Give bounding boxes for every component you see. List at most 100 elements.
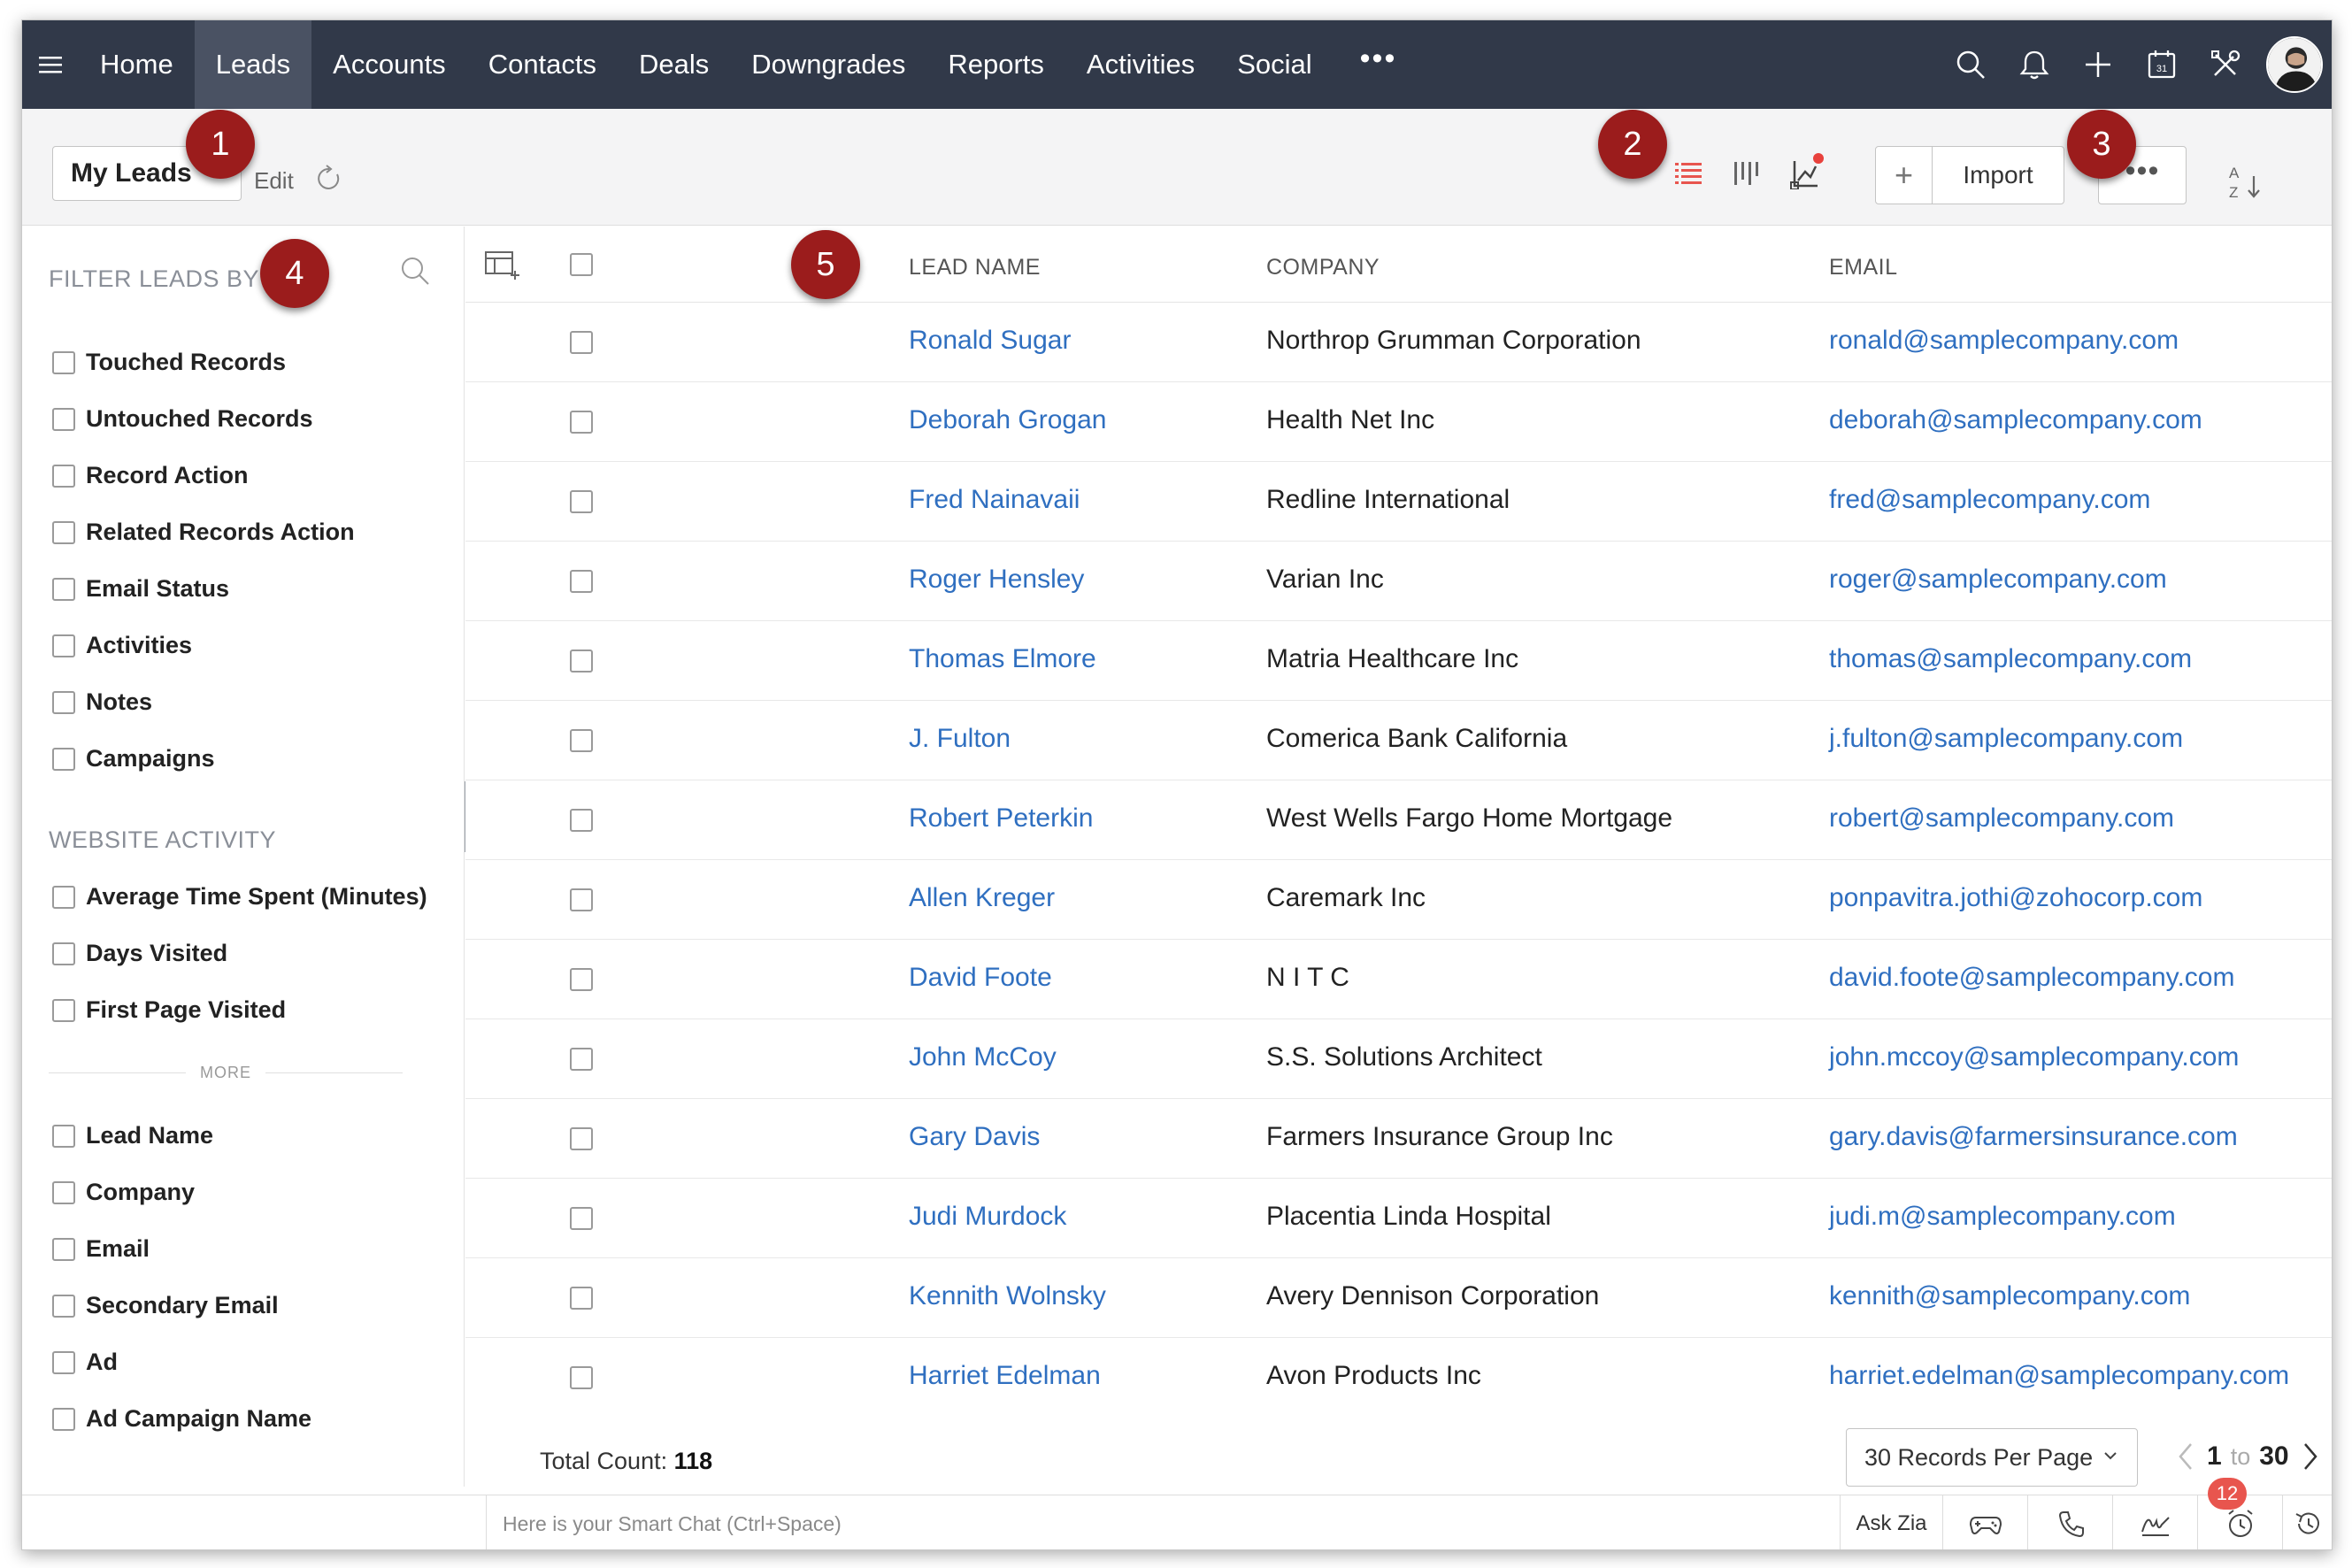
row-checkbox[interactable]: [570, 729, 593, 752]
ask-zia-button[interactable]: Ask Zia: [1840, 1495, 1942, 1549]
lead-name-link[interactable]: Harriet Edelman: [909, 1361, 1101, 1389]
filter-untouched-records[interactable]: Untouched Records: [52, 405, 313, 433]
email-link[interactable]: deborah@samplecompany.com: [1829, 405, 2202, 435]
row-checkbox[interactable]: [570, 490, 593, 513]
menu-icon[interactable]: [22, 20, 79, 109]
lead-name-link[interactable]: Gary Davis: [909, 1122, 1040, 1152]
filter-email-status[interactable]: Email Status: [52, 575, 229, 603]
filter-company[interactable]: Company: [52, 1179, 195, 1206]
lead-name-link[interactable]: Thomas Elmore: [909, 644, 1096, 674]
row-checkbox[interactable]: [570, 570, 593, 593]
email-link[interactable]: judi.m@samplecompany.com: [1829, 1202, 2176, 1232]
row-checkbox[interactable]: [570, 331, 593, 354]
nav-home[interactable]: Home: [79, 20, 195, 109]
lead-name-link[interactable]: Allen Kreger: [909, 883, 1055, 913]
checkbox[interactable]: [52, 1180, 75, 1204]
table-row[interactable]: Judi Murdock Placentia Linda Hospital judi…: [465, 1179, 2332, 1258]
table-row[interactable]: Thomas Elmore Matria Healthcare Inc thomas…: [465, 621, 2332, 701]
email-link[interactable]: kennith@samplecompany.com: [1829, 1281, 2190, 1311]
email-link[interactable]: ponpavitra.jothi@zohocorp.com: [1829, 883, 2202, 913]
checkbox[interactable]: [52, 577, 75, 601]
column-config-icon[interactable]: [483, 248, 520, 281]
row-checkbox[interactable]: [570, 1366, 593, 1389]
table-row[interactable]: Kennith Wolnsky Avery Dennison Corporatio…: [465, 1258, 2332, 1338]
nav-accounts[interactable]: Accounts: [311, 20, 467, 109]
nav-downgrades[interactable]: Downgrades: [730, 20, 926, 109]
filter-days-visited[interactable]: Days Visited: [52, 940, 227, 967]
smart-chat-input[interactable]: Here is your Smart Chat (Ctrl+Space): [486, 1495, 1840, 1549]
checkbox[interactable]: [52, 1124, 75, 1148]
filter-record-action[interactable]: Record Action: [52, 462, 249, 489]
lead-name-link[interactable]: Robert Peterkin: [909, 803, 1093, 834]
filter-first-page-visited[interactable]: First Page Visited: [52, 996, 286, 1024]
filter-lead-name[interactable]: Lead Name: [52, 1122, 213, 1149]
row-checkbox[interactable]: [570, 1287, 593, 1310]
lead-name-link[interactable]: John McCoy: [909, 1042, 1057, 1072]
filter-touched-records[interactable]: Touched Records: [52, 349, 286, 376]
select-all-checkbox[interactable]: [570, 253, 593, 276]
email-link[interactable]: david.foote@samplecompany.com: [1829, 963, 2234, 993]
lead-name-link[interactable]: Kennith Wolnsky: [909, 1281, 1106, 1311]
table-row[interactable]: Fred Nainavaii Redline International fred@…: [465, 462, 2332, 542]
email-link[interactable]: thomas@samplecompany.com: [1829, 644, 2192, 674]
sort-icon[interactable]: AZ: [2224, 162, 2271, 203]
row-checkbox[interactable]: [570, 411, 593, 434]
checkbox[interactable]: [52, 464, 75, 488]
import-button[interactable]: Import: [1933, 147, 2064, 204]
email-link[interactable]: fred@samplecompany.com: [1829, 485, 2150, 515]
signature-icon[interactable]: [2112, 1495, 2197, 1549]
filter-campaigns[interactable]: Campaigns: [52, 745, 215, 772]
table-row[interactable]: J. Fulton Comerica Bank California j.fulto…: [465, 701, 2332, 780]
checkbox[interactable]: [52, 998, 75, 1022]
create-lead-button[interactable]: +: [1876, 147, 1933, 204]
row-checkbox[interactable]: [570, 809, 593, 832]
table-row[interactable]: Harriet Edelman Avon Products Inc harriet.…: [465, 1338, 2332, 1389]
gamescope-icon[interactable]: [1942, 1495, 2027, 1549]
calendar-icon[interactable]: 31: [2130, 20, 2194, 109]
edit-view-link[interactable]: Edit: [254, 167, 294, 195]
email-link[interactable]: roger@samplecompany.com: [1829, 565, 2167, 595]
phone-icon[interactable]: [2027, 1495, 2112, 1549]
avatar[interactable]: [2266, 36, 2323, 93]
nav-activities[interactable]: Activities: [1065, 20, 1216, 109]
email-link[interactable]: gary.davis@farmersinsurance.com: [1829, 1122, 2238, 1152]
row-checkbox[interactable]: [570, 1127, 593, 1150]
checkbox[interactable]: [52, 350, 75, 374]
checkbox[interactable]: [52, 1350, 75, 1374]
table-row[interactable]: Gary Davis Farmers Insurance Group Inc gar…: [465, 1099, 2332, 1179]
lead-name-link[interactable]: J. Fulton: [909, 724, 1011, 754]
checkbox[interactable]: [52, 1294, 75, 1318]
row-checkbox[interactable]: [570, 649, 593, 673]
checkbox[interactable]: [52, 520, 75, 544]
filter-related-records-action[interactable]: Related Records Action: [52, 519, 355, 546]
lead-name-link[interactable]: David Foote: [909, 963, 1052, 993]
lead-name-link[interactable]: Roger Hensley: [909, 565, 1084, 595]
email-link[interactable]: john.mccoy@samplecompany.com: [1829, 1042, 2239, 1072]
filter-ad-campaign-name[interactable]: Ad Campaign Name: [52, 1405, 311, 1433]
email-link[interactable]: ronald@samplecompany.com: [1829, 326, 2179, 356]
checkbox[interactable]: [52, 1237, 75, 1261]
tools-icon[interactable]: [2194, 20, 2257, 109]
checkbox[interactable]: [52, 942, 75, 965]
table-row[interactable]: Allen Kreger Caremark Inc ponpavitra.jothi…: [465, 860, 2332, 940]
email-link[interactable]: harriet.edelman@samplecompany.com: [1829, 1361, 2289, 1389]
checkbox[interactable]: [52, 690, 75, 714]
filter-search-icon[interactable]: [397, 253, 433, 288]
checkbox[interactable]: [52, 747, 75, 771]
search-icon[interactable]: [1939, 20, 2002, 109]
column-company[interactable]: COMPANY: [1266, 255, 1380, 281]
filter-average-time-spent[interactable]: Average Time Spent (Minutes): [52, 883, 427, 911]
nav-more-button[interactable]: •••: [1334, 20, 1424, 109]
table-row[interactable]: Deborah Grogan Health Net Inc deborah@samp…: [465, 382, 2332, 462]
refresh-icon[interactable]: [314, 164, 344, 194]
checkbox[interactable]: [52, 634, 75, 657]
row-checkbox[interactable]: [570, 888, 593, 911]
checkbox[interactable]: [52, 407, 75, 431]
email-link[interactable]: j.fulton@samplecompany.com: [1829, 724, 2183, 754]
table-row[interactable]: Roger Hensley Varian Inc roger@samplecompa…: [465, 542, 2332, 621]
row-checkbox[interactable]: [570, 968, 593, 991]
nav-leads[interactable]: Leads: [194, 20, 312, 109]
checkbox[interactable]: [52, 1407, 75, 1431]
nav-reports[interactable]: Reports: [926, 20, 1065, 109]
lead-name-link[interactable]: Judi Murdock: [909, 1202, 1066, 1232]
